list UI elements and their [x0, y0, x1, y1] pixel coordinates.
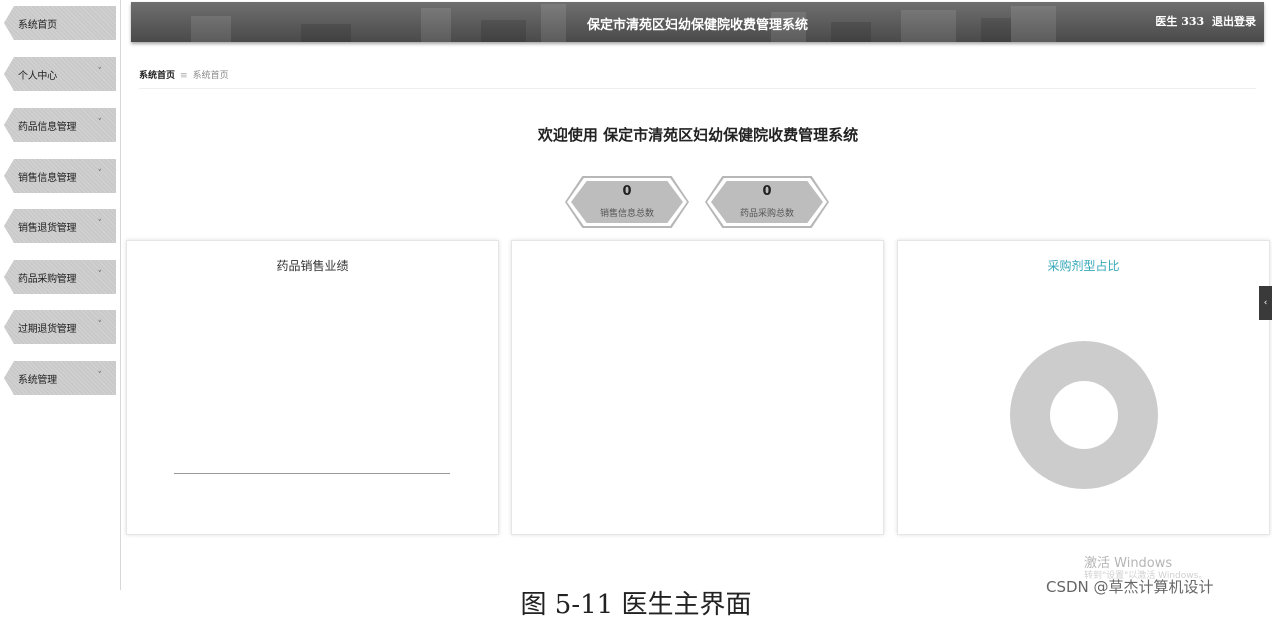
panel-title: 采购剂型占比: [1047, 259, 1120, 273]
sidebar-item-sales-return[interactable]: 销售退货管理 ˅: [4, 209, 116, 243]
user-area: 医生 333 退出登录: [1151, 13, 1256, 29]
app-title: 保定市清苑区妇幼保健院收费管理系统: [586, 18, 808, 33]
figure-caption: 图 5-11 医生主界面: [520, 590, 752, 620]
sidebar-item-personal-center[interactable]: 个人中心 ˅: [4, 57, 116, 91]
sidebar-item-label: 销售信息管理: [18, 173, 77, 184]
sidebar-item-label: 药品采购管理: [18, 274, 77, 285]
chevron-down-icon: ˅: [97, 67, 103, 77]
sidebar-item-label: 系统管理: [18, 375, 57, 386]
stat-value: 0: [762, 184, 772, 199]
panel-sales-performance: 药品销售业绩: [126, 240, 499, 535]
donut-hole: [1050, 381, 1118, 449]
sidebar-item-label: 个人中心: [18, 71, 57, 82]
sidebar-item-drug-purchase[interactable]: 药品采购管理 ˅: [4, 260, 116, 294]
panel-middle-chart: [511, 240, 884, 535]
stat-purchase-total: 0 药品采购总数: [705, 176, 829, 228]
user-name: 医生 333: [1155, 15, 1205, 28]
chevron-down-icon: ˅: [97, 169, 103, 179]
divider: [139, 88, 1256, 89]
chevron-down-icon: ˅: [97, 320, 103, 330]
panel-purchase-ratio: 采购剂型占比: [897, 240, 1270, 535]
chevron-down-icon: ˅: [97, 219, 103, 229]
sidebar-item-label: 系统首页: [18, 20, 57, 31]
stat-label: 销售信息总数: [599, 209, 654, 219]
sidebar-item-label: 销售退货管理: [18, 223, 77, 234]
sidebar-item-expired-return[interactable]: 过期退货管理 ˅: [4, 310, 116, 344]
chevron-down-icon: ˅: [97, 118, 103, 128]
logout-link[interactable]: 退出登录: [1212, 15, 1256, 28]
sidebar-item-home[interactable]: 系统首页: [4, 6, 116, 40]
breadcrumb-home[interactable]: 系统首页: [139, 71, 175, 81]
stat-sales-total: 0 销售信息总数: [565, 176, 689, 228]
sidebar-item-system[interactable]: 系统管理 ˅: [4, 361, 116, 395]
chart-axis-line: [174, 473, 450, 474]
stat-value: 0: [622, 184, 632, 199]
chevron-down-icon: ˅: [97, 371, 103, 381]
welcome-heading: 欢迎使用 保定市清苑区妇幼保健院收费管理系统: [537, 126, 859, 144]
breadcrumb: 系统首页 ≡ 系统首页: [139, 68, 229, 81]
donut-chart: [1010, 341, 1158, 489]
stat-label: 药品采购总数: [739, 209, 794, 219]
sidebar-item-label: 药品信息管理: [18, 122, 77, 133]
sidebar-item-drug-info[interactable]: 药品信息管理 ˅: [4, 108, 116, 142]
collapse-toggle-button[interactable]: ‹: [1259, 286, 1272, 320]
breadcrumb-separator: ≡: [180, 71, 188, 81]
top-header: 保定市清苑区妇幼保健院收费管理系统 医生 333 退出登录: [131, 2, 1264, 42]
sidebar-item-label: 过期退货管理: [18, 324, 77, 335]
chevron-down-icon: ˅: [97, 270, 103, 280]
sidebar-item-sales-info[interactable]: 销售信息管理 ˅: [4, 159, 116, 193]
panel-title: 药品销售业绩: [276, 259, 349, 273]
sidebar: 系统首页 个人中心 ˅ 药品信息管理 ˅ 销售信息管理 ˅ 销售退货管理 ˅ 药…: [0, 0, 121, 590]
breadcrumb-current: 系统首页: [192, 71, 229, 81]
